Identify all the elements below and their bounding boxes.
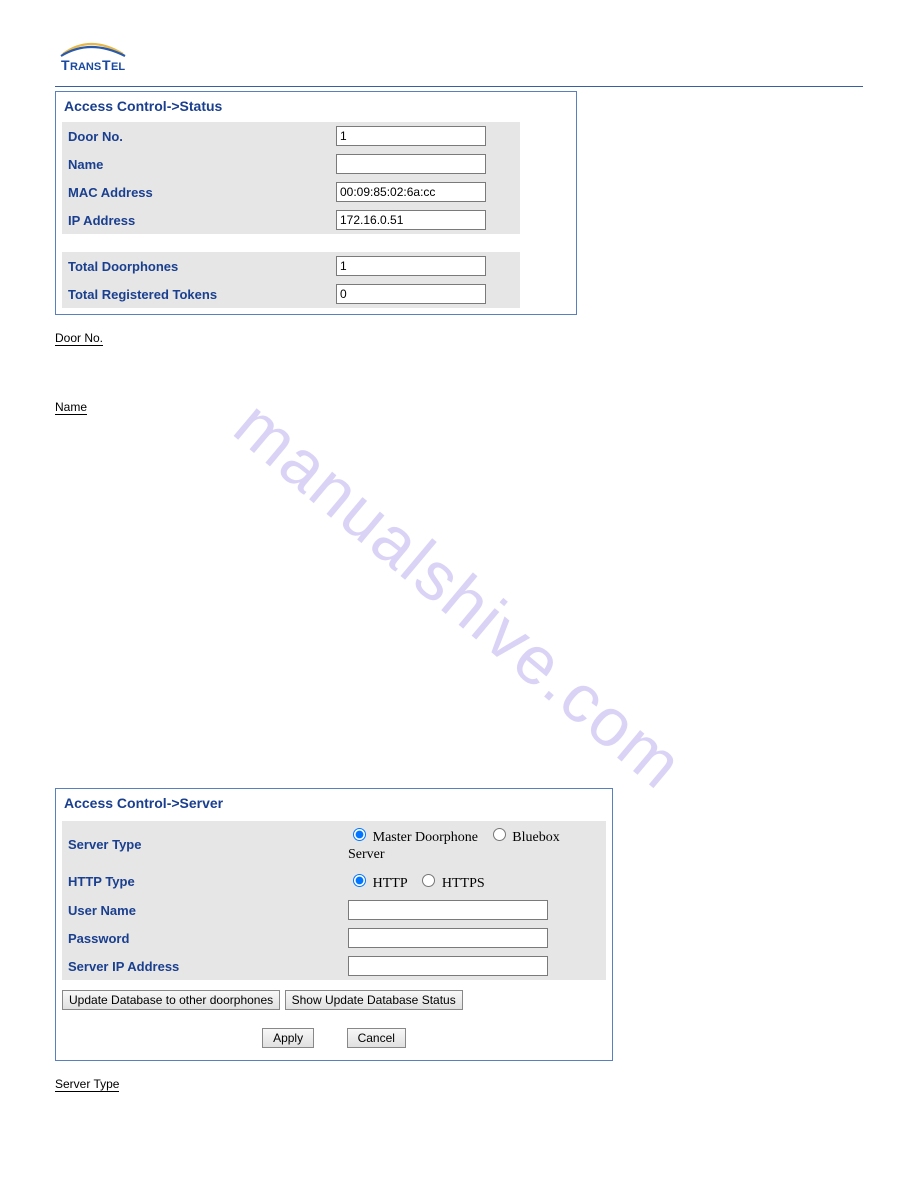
http-type-label: HTTP Type: [62, 867, 342, 896]
server-ip-label: Server IP Address: [62, 952, 342, 980]
password-input[interactable]: [348, 928, 548, 948]
table-row: Name: [62, 150, 520, 178]
svg-text:RANS: RANS: [70, 61, 101, 73]
table-row: HTTP Type HTTP HTTPS: [62, 867, 606, 896]
desc-mac-head: MAC Address: [55, 469, 128, 483]
name-input[interactable]: [336, 154, 486, 174]
desc-total-head: Total Doorphones: [55, 587, 149, 601]
user-name-label: User Name: [62, 896, 342, 924]
ip-address-label: IP Address: [62, 206, 330, 234]
desc-name-head: Name: [55, 400, 87, 415]
table-row: Total Registered Tokens: [62, 280, 520, 308]
desc-server-type-head: Server Type: [55, 1077, 119, 1092]
server-ip-input[interactable]: [348, 956, 548, 976]
svg-text:T: T: [61, 57, 70, 73]
http-type-https-label: HTTPS: [442, 876, 485, 891]
table-row: Door No.: [62, 122, 520, 150]
table-row: Server Type Master Doorphone Bluebox Ser…: [62, 821, 606, 867]
server-type-master-radio[interactable]: [353, 828, 366, 841]
status-panel-title: Access Control->Status: [56, 92, 576, 122]
cancel-button[interactable]: Cancel: [347, 1028, 406, 1048]
total-tokens-label: Total Registered Tokens: [62, 280, 330, 308]
desc-name-body: Displays the Doorphone Name provisioned …: [55, 418, 863, 453]
mac-address-input[interactable]: [336, 182, 486, 202]
ip-address-input[interactable]: [336, 210, 486, 230]
server-panel-title: Access Control->Server: [56, 789, 612, 821]
svg-text:EL: EL: [111, 61, 125, 73]
divider: [55, 86, 863, 87]
svg-text:T: T: [102, 57, 111, 73]
total-doorphones-input[interactable]: [336, 256, 486, 276]
name-label: Name: [62, 150, 330, 178]
status-table: Door No. Name MAC Address IP Address: [62, 122, 520, 308]
desc-door-no-body: This field displays the door number that…: [55, 349, 863, 384]
table-row: Server IP Address: [62, 952, 606, 980]
http-type-http-radio[interactable]: [353, 874, 366, 887]
apply-button[interactable]: Apply: [262, 1028, 314, 1048]
http-type-https-radio[interactable]: [422, 874, 435, 887]
mac-address-label: MAC Address: [62, 178, 330, 206]
server-panel: Access Control->Server Server Type Maste…: [55, 788, 613, 1061]
desc-ip-head: IP Address: [55, 519, 113, 533]
server-section-body: The Server page is used to create an acc…: [55, 672, 863, 707]
server-type-bluebox-radio[interactable]: [493, 828, 506, 841]
show-update-status-button[interactable]: Show Update Database Status: [285, 990, 463, 1010]
door-no-label: Door No.: [62, 122, 330, 150]
password-label: Password: [62, 924, 342, 952]
table-row: Password: [62, 924, 606, 952]
brand-logo: T RANS T EL: [55, 40, 145, 76]
table-row: MAC Address: [62, 178, 520, 206]
server-type-master-label: Master Doorphone: [373, 830, 478, 845]
desc-server-type-body: Select between having a Doorphone host t…: [55, 1095, 863, 1130]
user-name-input[interactable]: [348, 900, 548, 920]
total-tokens-input[interactable]: [336, 284, 486, 304]
update-database-button[interactable]: Update Database to other doorphones: [62, 990, 280, 1010]
desc-door-no-head: Door No.: [55, 331, 103, 346]
server-table: Server Type Master Doorphone Bluebox Ser…: [62, 821, 606, 980]
server-type-label: Server Type: [62, 821, 342, 867]
desc-ip-body: Displays the IP Address of the doorphone…: [55, 536, 863, 571]
table-row: User Name: [62, 896, 606, 924]
desc-mac-body: Displays the MAC Address of the doorphon…: [55, 486, 863, 503]
total-doorphones-label: Total Doorphones: [62, 252, 330, 280]
server-section-head: 6.2 Server: [55, 655, 110, 669]
table-row: Total Doorphones: [62, 252, 520, 280]
door-no-input[interactable]: [336, 126, 486, 146]
table-row: IP Address: [62, 206, 520, 234]
http-type-http-label: HTTP: [373, 876, 408, 891]
desc-total-body: Displays the total number of doorphones …: [55, 604, 863, 639]
status-panel: Access Control->Status Door No. Name MAC…: [55, 91, 577, 315]
